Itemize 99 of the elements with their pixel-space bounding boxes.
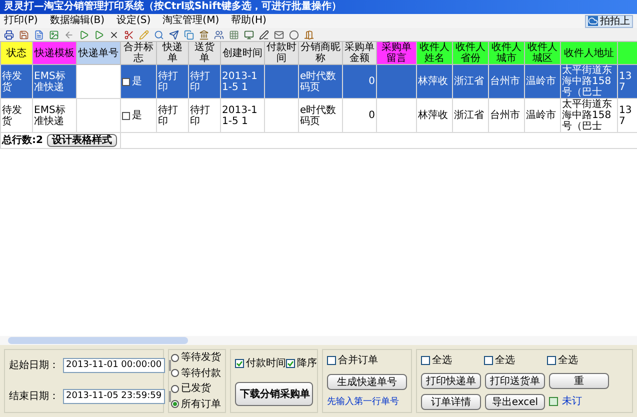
- table-cell: 温岭市: [524, 98, 560, 132]
- select-all-option[interactable]: 全选: [484, 352, 515, 368]
- radio-option[interactable]: 已发货: [171, 381, 223, 396]
- check-icon: [287, 360, 294, 367]
- radio-button[interactable]: [171, 384, 179, 393]
- scissors-icon[interactable]: [124, 30, 134, 40]
- table-cell: [264, 98, 298, 132]
- select-all-option[interactable]: 全选: [547, 352, 578, 368]
- window-title: 灵灵打—淘宝分销管理打印系统（按Ctrl或Shift键多选，可进行批量操作）: [4, 2, 342, 12]
- row-count: 总行数:2: [2, 135, 43, 146]
- document-icon[interactable]: [34, 30, 44, 40]
- radio-button[interactable]: [171, 400, 179, 408]
- column-header[interactable]: 采购单金额: [342, 42, 376, 64]
- checkbox[interactable]: [122, 112, 130, 120]
- column-header[interactable]: 快递单号: [76, 42, 120, 64]
- radio-button[interactable]: [171, 354, 179, 362]
- column-header[interactable]: 合并标志: [120, 42, 156, 64]
- table-cell: 2013-11-5 1: [220, 98, 264, 132]
- copy-icon[interactable]: [184, 30, 194, 40]
- column-header[interactable]: 收件人城区: [524, 42, 560, 64]
- horizontal-scrollbar[interactable]: [0, 336, 637, 345]
- action-button[interactable]: 订单详情: [421, 394, 481, 410]
- printer-icon[interactable]: [4, 30, 14, 40]
- menu-item[interactable]: 设定(S): [116, 16, 151, 26]
- table-icon[interactable]: [549, 397, 558, 406]
- scrollbar-thumb[interactable]: [8, 337, 188, 344]
- column-header[interactable]: 收件人省份: [452, 42, 488, 64]
- table-cell: e时代数码页: [298, 98, 342, 132]
- select-all-option[interactable]: 全选: [421, 352, 452, 368]
- column-header[interactable]: 收件人城市: [488, 42, 524, 64]
- table-cell: [376, 98, 416, 132]
- circle-icon[interactable]: [289, 30, 299, 40]
- radio-option[interactable]: 所有订单: [171, 396, 223, 412]
- date-field[interactable]: 2013-11-05 23:59:59: [63, 388, 165, 404]
- table-cell: 太平街道东海中路158号（巴士: [560, 98, 618, 132]
- top-right-button[interactable]: 拍拍上: [585, 14, 633, 28]
- unprinted-link[interactable]: 未订: [562, 394, 582, 409]
- menu-item[interactable]: 打印(P): [4, 16, 38, 26]
- sort-option[interactable]: 付款时间: [235, 356, 286, 371]
- close-icon[interactable]: [109, 30, 119, 40]
- column-header[interactable]: 收件人姓名: [416, 42, 452, 64]
- merge-option[interactable]: 合并订单: [327, 352, 407, 368]
- print-button[interactable]: 打印快递单: [421, 372, 481, 388]
- checkbox[interactable]: [547, 356, 556, 364]
- arrow-left-icon[interactable]: [64, 30, 74, 40]
- checkbox[interactable]: [235, 358, 244, 368]
- table-cell: [76, 64, 120, 98]
- column-header[interactable]: 收件人地址: [560, 42, 618, 64]
- table-cell: 台州市: [488, 98, 524, 132]
- checkbox[interactable]: [327, 356, 336, 365]
- check-icon: [236, 360, 243, 367]
- checkbox[interactable]: [421, 356, 430, 364]
- date-label: 结束日期：: [9, 390, 59, 404]
- column-header[interactable]: 创建时间: [220, 42, 264, 64]
- checkbox[interactable]: [286, 358, 295, 368]
- save-icon[interactable]: [19, 30, 29, 40]
- menu-item[interactable]: 淘宝管理(M): [162, 16, 220, 26]
- table-cell: 浙江省: [452, 98, 488, 132]
- building-icon[interactable]: [199, 30, 209, 40]
- download-button[interactable]: 下载分销采购单: [235, 382, 313, 406]
- table-cell: 0: [342, 98, 376, 132]
- sort-option[interactable]: 降序: [286, 356, 317, 371]
- pen-icon[interactable]: [259, 30, 269, 40]
- table-cell: 待打印: [156, 98, 188, 132]
- column-header[interactable]: 付款时间: [264, 42, 298, 64]
- column-header[interactable]: 送货单: [188, 42, 220, 64]
- monitor-icon[interactable]: [244, 30, 254, 40]
- column-header[interactable]: 快递单: [156, 42, 188, 64]
- action-button[interactable]: 导出excel: [485, 394, 545, 410]
- grid-icon[interactable]: [229, 30, 239, 40]
- menu-item[interactable]: 数据编辑(B): [50, 16, 105, 26]
- radio-option[interactable]: 等待付款: [171, 366, 223, 381]
- table-cell: 是: [120, 98, 156, 132]
- door-icon[interactable]: [304, 30, 314, 40]
- date-field[interactable]: 2013-11-01 00:00:00: [63, 358, 165, 374]
- checkbox[interactable]: [122, 78, 130, 86]
- hint-link[interactable]: 先输入第一行单号: [327, 396, 407, 410]
- checkbox[interactable]: [484, 356, 493, 364]
- mail-icon[interactable]: [274, 30, 284, 40]
- search-icon[interactable]: [154, 30, 164, 40]
- radio-option[interactable]: 等待发货: [171, 350, 223, 366]
- table-cell: EMS标准快递: [32, 98, 76, 132]
- generate-button[interactable]: 生成快递单号: [327, 374, 407, 390]
- radio-button[interactable]: [171, 369, 179, 378]
- print-button[interactable]: 重: [549, 372, 609, 388]
- table-cell: 林萍收: [416, 98, 452, 132]
- image-icon[interactable]: [49, 30, 59, 40]
- column-header[interactable]: 状态: [0, 42, 32, 64]
- column-header[interactable]: 快递模板: [32, 42, 76, 64]
- column-header[interactable]: 采购单留言: [376, 42, 416, 64]
- send-icon[interactable]: [169, 30, 179, 40]
- column-header[interactable]: 分销商昵称: [298, 42, 342, 64]
- date-label: 起始日期：: [9, 358, 59, 373]
- table-cell: 待发货: [0, 98, 32, 132]
- design-table-button[interactable]: 设计表格样式: [46, 134, 117, 147]
- table-cell: 待打印: [188, 98, 220, 132]
- print-button[interactable]: 打印送货单: [485, 372, 545, 388]
- people-icon[interactable]: [214, 30, 224, 40]
- menu-item[interactable]: 帮助(H): [231, 16, 266, 26]
